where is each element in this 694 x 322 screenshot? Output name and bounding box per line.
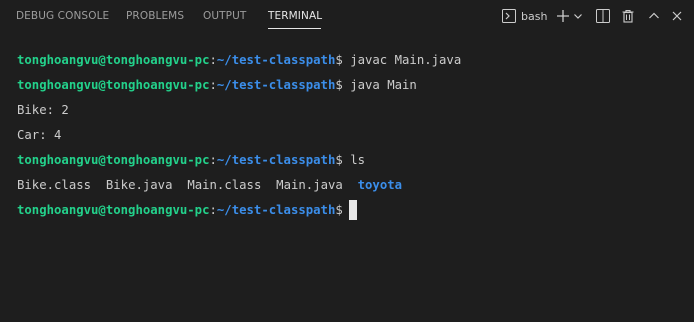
prompt-user-host: tonghoangvu@tonghoangvu-pc xyxy=(17,203,210,217)
output-text: Car: 4 xyxy=(17,128,62,142)
trash-icon xyxy=(621,9,635,23)
terminal-dropdown-button[interactable] xyxy=(573,6,583,26)
terminal-line: tonghoangvu@tonghoangvu-pc:~/test-classp… xyxy=(17,200,687,225)
prompt-symbol: $ xyxy=(335,153,343,167)
prompt-symbol: $ xyxy=(335,78,343,92)
prompt-colon: : xyxy=(209,78,217,92)
prompt-path: ~/test-classpath xyxy=(216,53,336,67)
maximize-panel-button[interactable] xyxy=(648,6,660,26)
terminal-line: Bike: 2 xyxy=(17,100,687,125)
prompt-path: ~/test-classpath xyxy=(216,153,336,167)
directory-entry: toyota xyxy=(357,178,403,192)
prompt-symbol: $ xyxy=(335,53,343,67)
terminal-toolbar: bash xyxy=(0,0,694,33)
shell-label: bash xyxy=(521,9,548,23)
terminal-select-button[interactable]: bash xyxy=(502,6,547,26)
terminal-line: Car: 4 xyxy=(17,125,687,150)
terminal-line: tonghoangvu@tonghoangvu-pc:~/test-classp… xyxy=(17,150,687,175)
file-entry: Bike.java xyxy=(105,178,173,192)
kill-terminal-button[interactable] xyxy=(621,6,635,26)
split-icon xyxy=(596,9,610,23)
command-text: javac Main.java xyxy=(350,53,462,67)
prompt-colon: : xyxy=(209,53,217,67)
prompt-user-host: tonghoangvu@tonghoangvu-pc xyxy=(17,53,210,67)
terminal-line: Bike.class Bike.java Main.class Main.jav… xyxy=(17,175,687,200)
plus-icon xyxy=(556,9,570,23)
terminal-cursor xyxy=(348,200,357,220)
prompt-path: ~/test-classpath xyxy=(216,203,336,217)
command-text: ls xyxy=(350,153,365,167)
terminal-output[interactable]: tonghoangvu@tonghoangvu-pc:~/test-classp… xyxy=(17,50,687,225)
close-panel-button[interactable] xyxy=(671,6,683,26)
close-icon xyxy=(671,10,683,22)
file-entry: Main.class xyxy=(187,178,262,192)
terminal-line: tonghoangvu@tonghoangvu-pc:~/test-classp… xyxy=(17,50,687,75)
split-terminal-button[interactable] xyxy=(596,6,610,26)
command-text: java Main xyxy=(350,78,417,92)
terminal-line: tonghoangvu@tonghoangvu-pc:~/test-classp… xyxy=(17,75,687,100)
prompt-path: ~/test-classpath xyxy=(216,78,336,92)
new-terminal-button[interactable] xyxy=(556,6,570,26)
prompt-user-host: tonghoangvu@tonghoangvu-pc xyxy=(17,153,210,167)
prompt-colon: : xyxy=(209,153,217,167)
terminal-icon xyxy=(502,9,516,23)
chevron-down-icon xyxy=(573,11,583,21)
output-text: Bike: 2 xyxy=(17,103,69,117)
file-entry: Main.java xyxy=(276,178,343,192)
prompt-user-host: tonghoangvu@tonghoangvu-pc xyxy=(17,78,210,92)
prompt-colon: : xyxy=(209,203,217,217)
file-entry: Bike.class xyxy=(17,178,92,192)
chevron-up-icon xyxy=(648,10,660,22)
terminal-panel: DEBUG CONSOLE PROBLEMS OUTPUT TERMINAL b… xyxy=(0,0,694,322)
prompt-symbol: $ xyxy=(335,203,343,217)
